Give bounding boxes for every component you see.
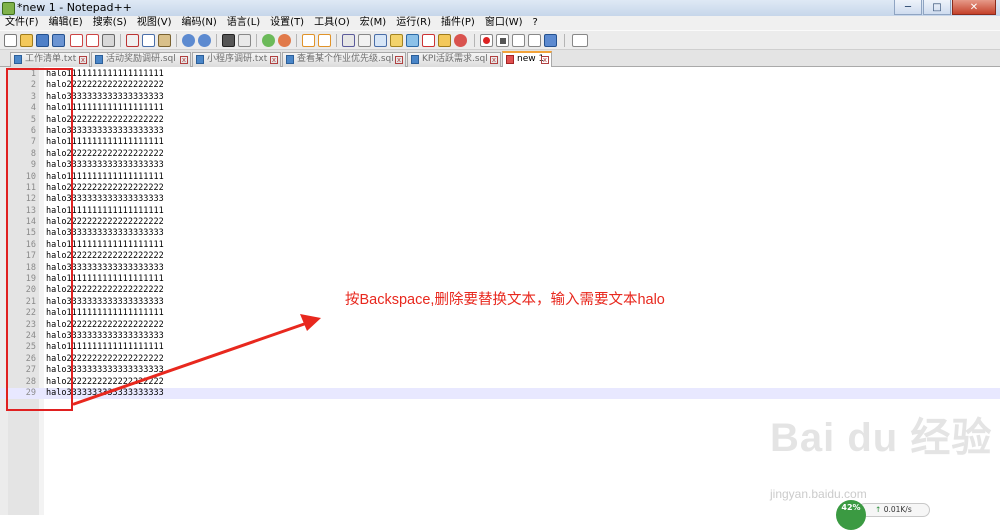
watermark-url: jingyan.baidu.com <box>770 487 867 501</box>
network-speed: 0.01K/s <box>883 505 912 514</box>
network-percent-circle: 42% <box>836 500 866 530</box>
network-percent: 42% <box>841 503 861 512</box>
annotation-text: 按Backspace,删除要替换文本，输入需要文本halo <box>345 292 665 308</box>
upload-arrow-icon: ↑ <box>875 505 882 514</box>
baidu-jingyan-watermark: Bai du 经验 <box>770 416 993 460</box>
network-speed-widget[interactable]: ↑ 0.01K/s 42% <box>836 500 932 530</box>
